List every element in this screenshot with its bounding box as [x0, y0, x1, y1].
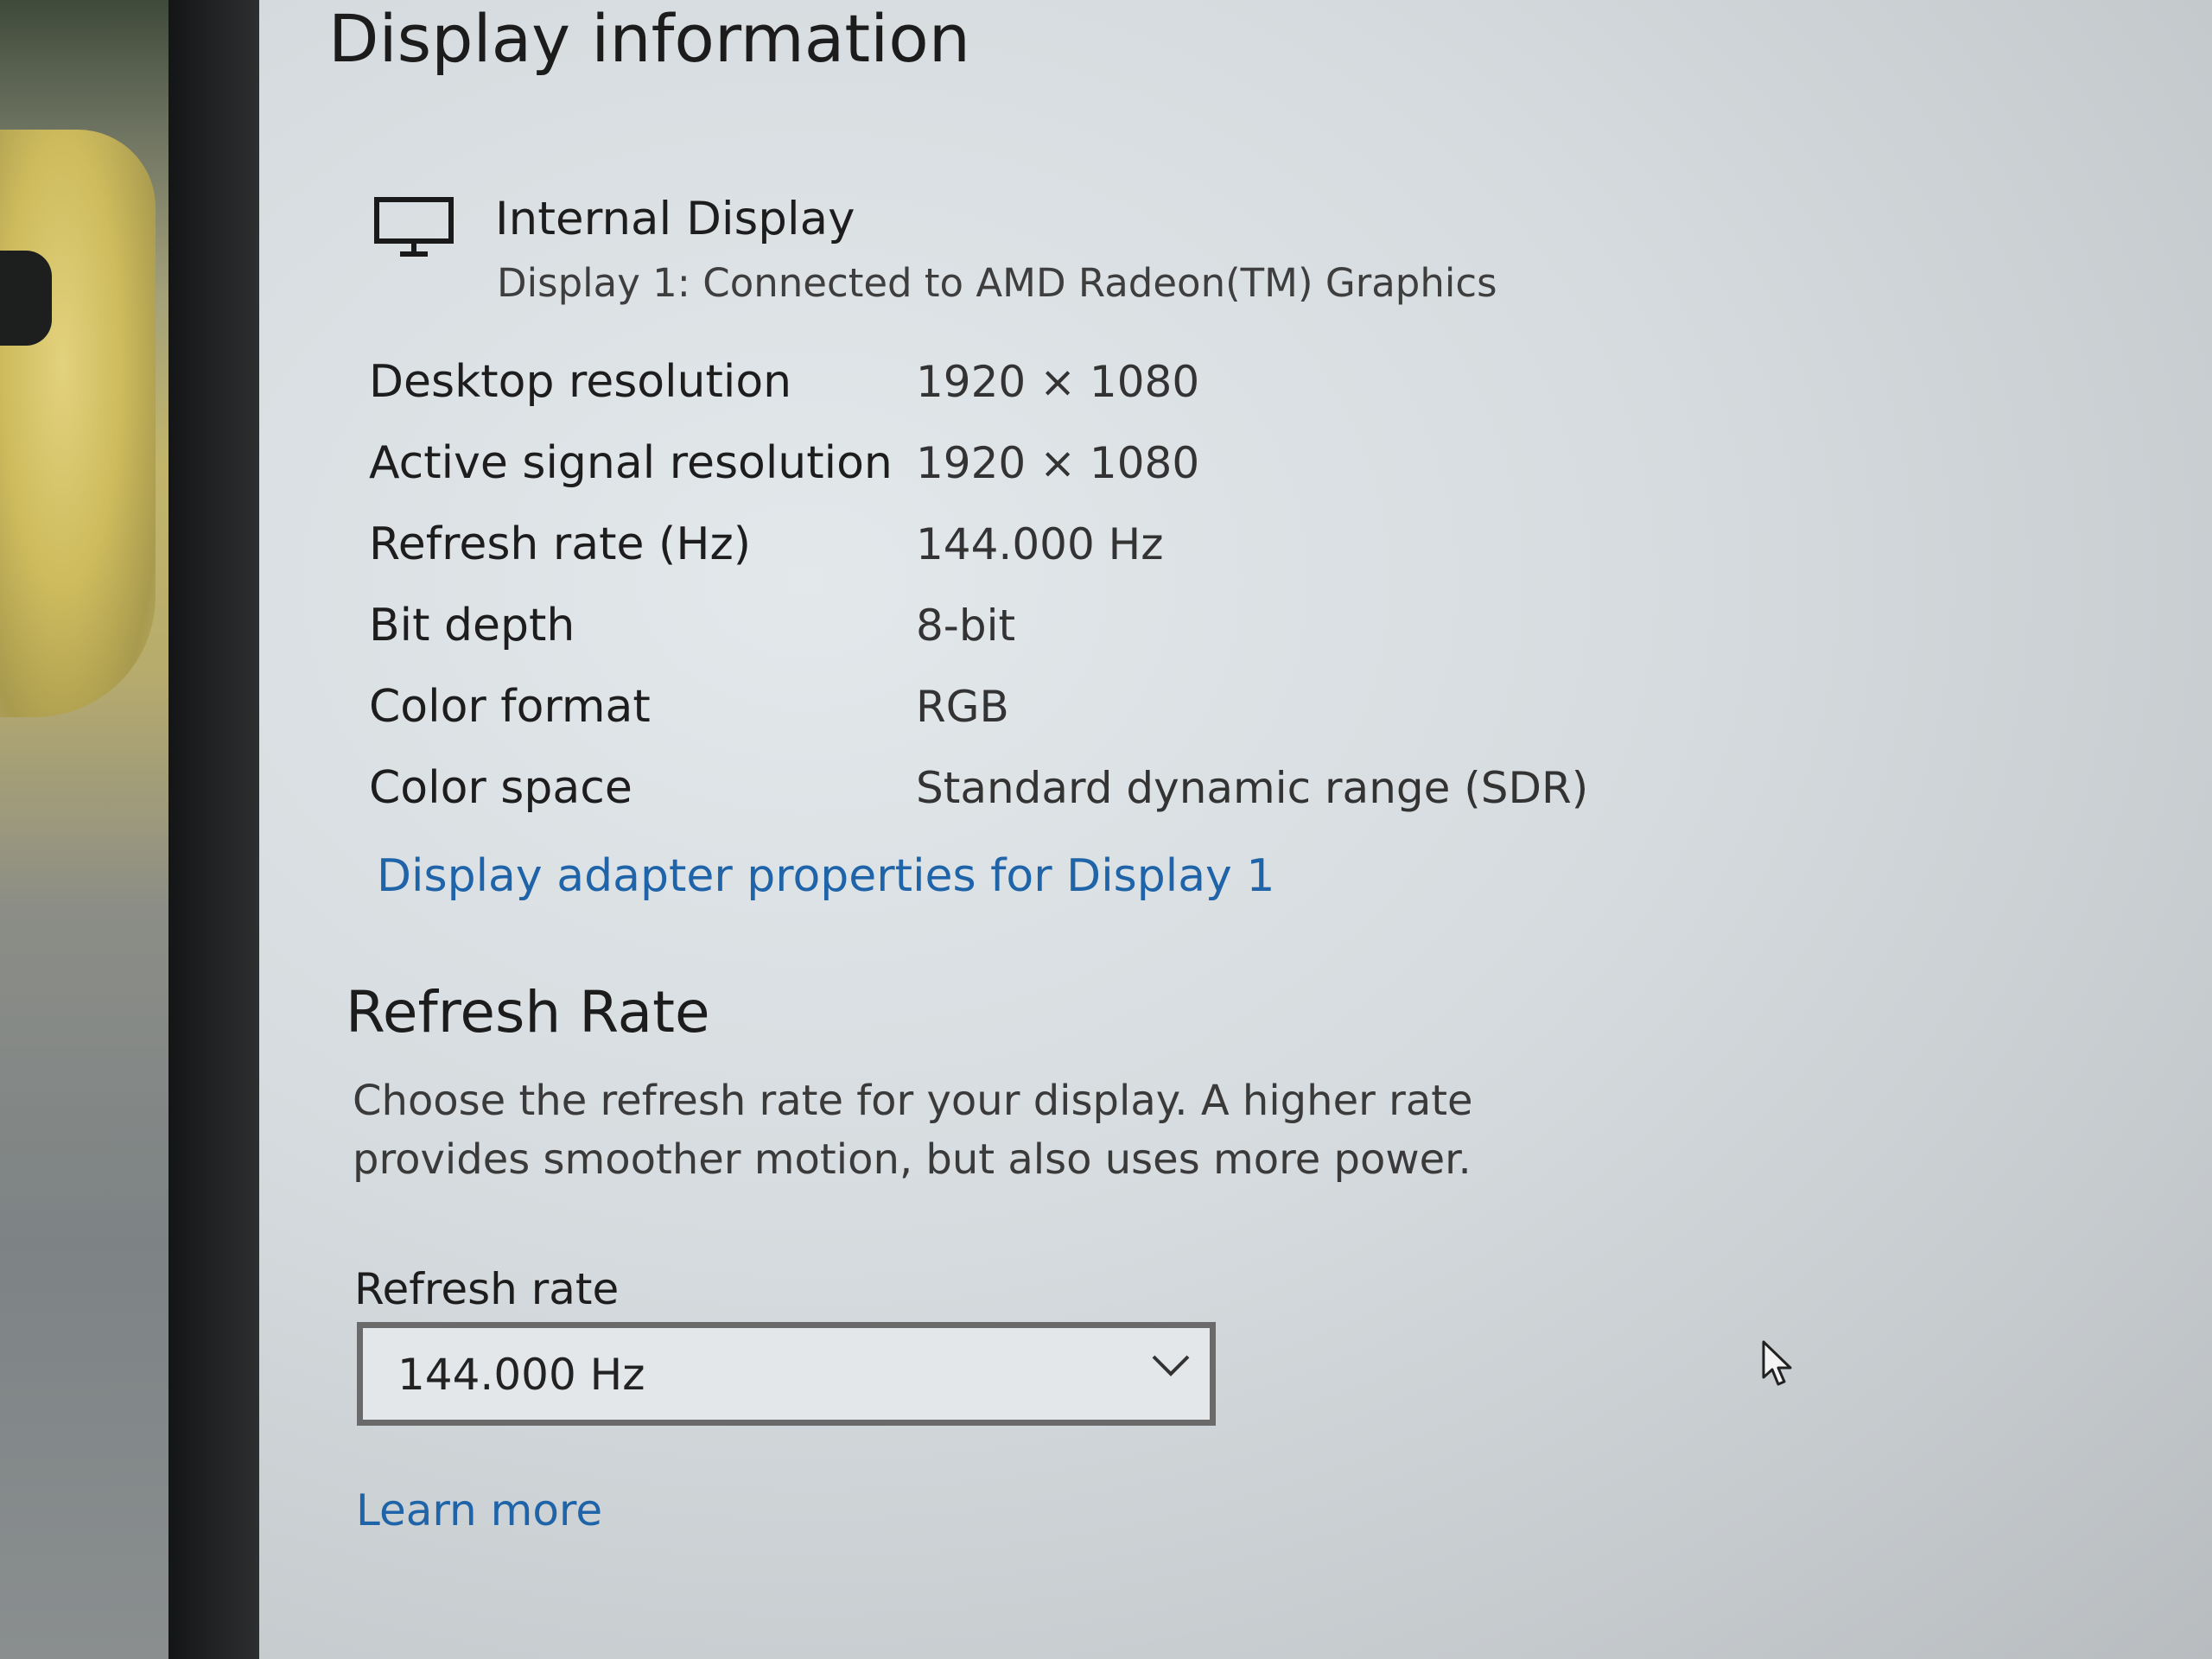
refresh-rate-field-label: Refresh rate — [354, 1264, 620, 1314]
info-row-bit-depth: Bit depth 8-bit — [369, 598, 1579, 679]
info-label: Active signal resolution — [369, 437, 893, 489]
info-value: 1920 × 1080 — [916, 438, 1200, 488]
refresh-rate-description: Choose the refresh rate for your display… — [353, 1077, 1473, 1184]
info-label: Desktop resolution — [369, 356, 792, 408]
background-scene — [0, 0, 186, 1659]
info-value: Standard dynamic range (SDR) — [916, 763, 1589, 813]
dark-object — [0, 251, 52, 346]
info-row-desktop-resolution: Desktop resolution 1920 × 1080 — [369, 354, 1579, 435]
info-value: 1920 × 1080 — [916, 357, 1200, 407]
monitor-icon — [374, 197, 454, 257]
display-adapter-properties-link[interactable]: Display adapter properties for Display 1 — [377, 849, 1274, 904]
info-row-color-format: Color format RGB — [369, 679, 1579, 760]
chevron-down-icon — [1152, 1355, 1190, 1376]
info-label: Bit depth — [369, 600, 575, 652]
display-information-heading: Display information — [328, 0, 970, 77]
refresh-rate-heading: Refresh Rate — [346, 979, 710, 1046]
info-label: Color format — [369, 681, 651, 733]
mouse-cursor-icon — [1762, 1340, 1792, 1386]
yellow-object — [0, 130, 156, 717]
display-info-table: Desktop resolution 1920 × 1080 Active si… — [369, 354, 1588, 842]
info-row-active-signal-resolution: Active signal resolution 1920 × 1080 — [369, 435, 1579, 517]
info-value: 144.000 Hz — [916, 519, 1164, 569]
display-name: Internal Display — [495, 193, 855, 245]
refresh-rate-dropdown[interactable]: 144.000 Hz — [357, 1322, 1216, 1426]
info-row-color-space: Color space Standard dynamic range (SDR) — [369, 760, 1588, 842]
info-label: Refresh rate (Hz) — [369, 518, 752, 570]
display-connection-info: Display 1: Connected to AMD Radeon(TM) G… — [497, 260, 1497, 306]
refresh-rate-selected-value: 144.000 Hz — [397, 1350, 645, 1400]
info-value: RGB — [916, 682, 1009, 732]
info-value: 8-bit — [916, 601, 1016, 651]
info-label: Color space — [369, 762, 632, 814]
info-row-refresh-rate: Refresh rate (Hz) 144.000 Hz — [369, 517, 1579, 598]
learn-more-link[interactable]: Learn more — [356, 1483, 602, 1538]
